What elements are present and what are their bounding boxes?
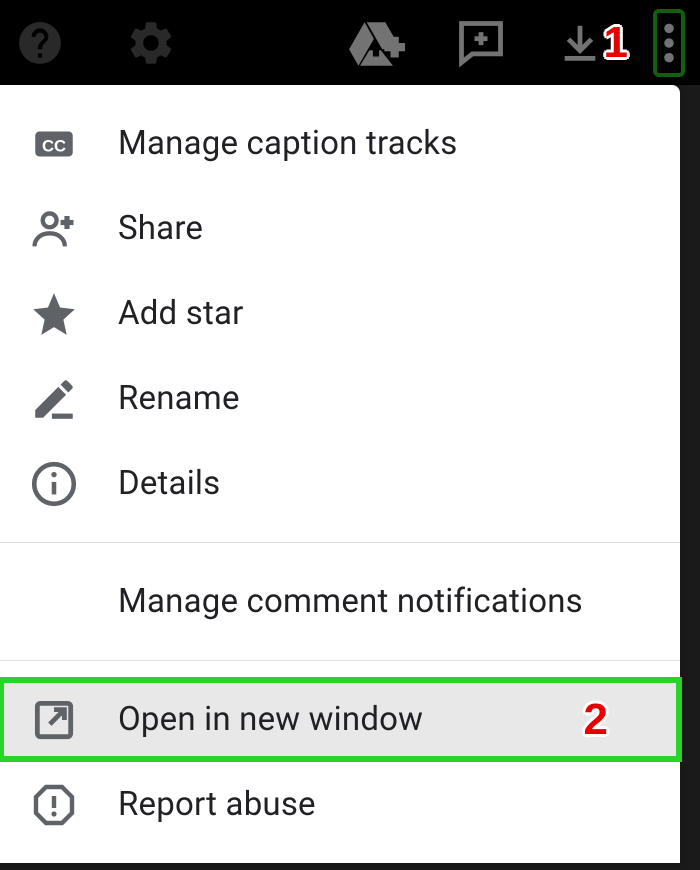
menu-item-comment-notifications[interactable]: Manage comment notifications: [0, 559, 680, 644]
menu-item-label: Share: [118, 209, 203, 248]
info-icon: [28, 458, 80, 510]
menu-item-label: Details: [118, 464, 220, 503]
cc-icon: CC: [28, 118, 80, 170]
menu-item-label: Open in new window: [118, 700, 423, 739]
overflow-menu: CC Manage caption tracks Share Add star …: [0, 85, 680, 863]
menu-section-2: Manage comment notifications: [0, 543, 680, 660]
menu-item-label: Rename: [118, 379, 240, 418]
annotation-2: 2: [584, 695, 608, 745]
menu-item-report-abuse[interactable]: Report abuse: [0, 762, 680, 847]
toolbar-dim-overlay: [0, 0, 700, 85]
menu-section-1: CC Manage caption tracks Share Add star …: [0, 85, 680, 542]
menu-item-open-new-window[interactable]: Open in new window 2: [0, 677, 682, 762]
menu-item-star[interactable]: Add star: [0, 271, 680, 356]
menu-item-rename[interactable]: Rename: [0, 356, 680, 441]
edit-pencil-icon: [28, 373, 80, 425]
menu-item-label: Manage comment notifications: [118, 582, 583, 621]
person-add-icon: [28, 203, 80, 255]
open-new-window-icon: [28, 694, 80, 746]
toolbar: [0, 0, 700, 85]
menu-item-label: Add star: [118, 294, 244, 333]
menu-section-3: Open in new window 2 Report abuse: [0, 661, 680, 863]
menu-item-captions[interactable]: CC Manage caption tracks: [0, 101, 680, 186]
menu-item-share[interactable]: Share: [0, 186, 680, 271]
menu-item-details[interactable]: Details: [0, 441, 680, 526]
menu-item-label: Report abuse: [118, 785, 316, 824]
annotation-1: 1: [604, 18, 628, 68]
star-icon: [28, 288, 80, 340]
report-icon: [28, 779, 80, 831]
menu-item-label: Manage caption tracks: [118, 124, 457, 163]
svg-text:CC: CC: [42, 136, 66, 155]
